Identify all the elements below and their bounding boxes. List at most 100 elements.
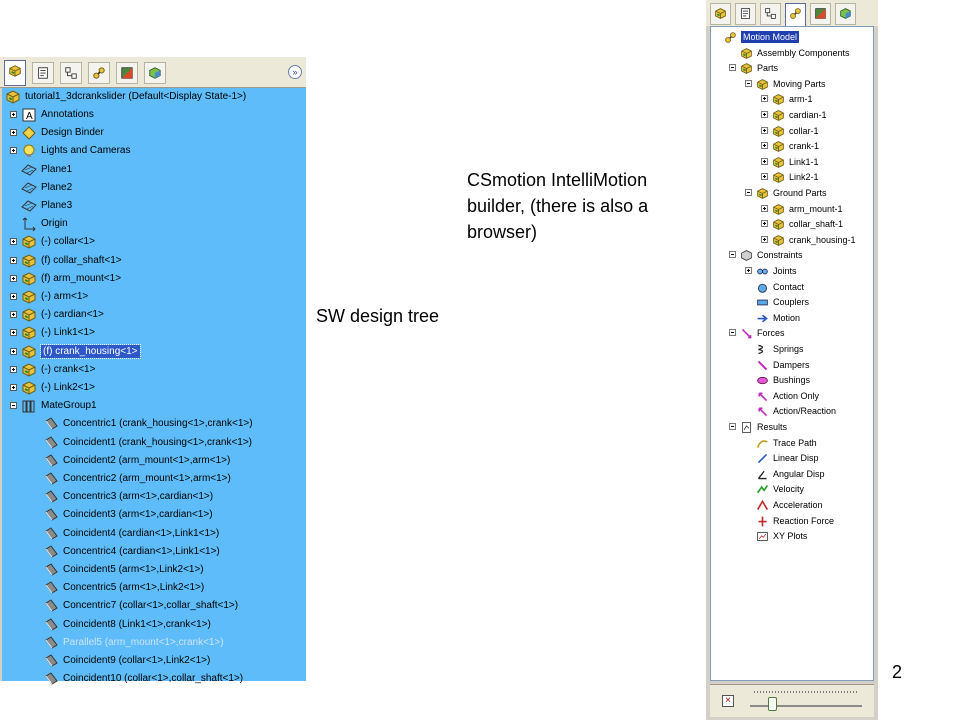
expand-plus-icon[interactable] [761, 204, 768, 212]
tree-item[interactable]: Coincident2 (arm_mount<1>,arm<1>) [2, 452, 306, 470]
expand-plus-icon[interactable] [10, 384, 17, 391]
tree-item[interactable]: Velocity [711, 482, 871, 497]
tree-item[interactable]: Ground Parts [711, 186, 871, 201]
tree-item[interactable]: Coincident10 (collar<1>,collar_shaft<1>) [2, 670, 306, 688]
tree-item[interactable]: Coincident5 (arm<1>,Link2<1>) [2, 561, 306, 579]
expand-plus-icon[interactable] [761, 142, 768, 150]
tree-item[interactable]: Coincident1 (crank_housing<1>,crank<1>) [2, 434, 306, 452]
property-manager-icon[interactable] [32, 62, 54, 84]
expand-plus-icon[interactable] [761, 157, 768, 165]
expand-plus-icon[interactable] [761, 95, 768, 103]
tree-item[interactable]: arm_mount-1 [711, 202, 871, 217]
tree-item[interactable]: Acceleration [711, 498, 871, 513]
expand-plus-icon[interactable] [761, 173, 768, 181]
collapse-minus-icon[interactable] [729, 423, 736, 430]
tree-item[interactable]: (-) cardian<1> [2, 306, 306, 324]
tree-item[interactable]: Coincident8 (Link1<1>,crank<1>) [2, 616, 306, 634]
tree-item[interactable]: Parts [711, 61, 871, 76]
tree-item[interactable]: Plane1 [2, 161, 306, 179]
expand-plus-icon[interactable] [10, 238, 17, 246]
tree-item[interactable]: Linear Disp [711, 451, 871, 466]
tree-item[interactable]: Action/Reaction [711, 404, 871, 419]
expand-chevron-icon[interactable]: » [288, 65, 302, 79]
motion-icon[interactable] [88, 62, 110, 84]
time-slider-thumb[interactable] [768, 697, 777, 711]
expand-plus-icon[interactable] [761, 220, 768, 228]
tree-item[interactable]: Parallel5 (arm_mount<1>,crank<1>) [2, 634, 306, 652]
tree-item[interactable]: crank-1 [711, 139, 871, 154]
tree-item[interactable]: Dampers [711, 358, 871, 373]
tree-item[interactable]: Link1-1 [711, 155, 871, 170]
feature-manager-icon[interactable] [4, 60, 26, 86]
tree-item[interactable]: Concentric7 (collar<1>,collar_shaft<1>) [2, 597, 306, 615]
tree-item[interactable]: Couplers [711, 295, 871, 310]
tree-item[interactable]: Angular Disp [711, 467, 871, 482]
tree-item[interactable]: (-) Link2<1> [2, 379, 306, 397]
display-icon[interactable] [144, 62, 166, 84]
sw-design-tree[interactable]: tutorial1_3dcrankslider (Default<Display… [2, 88, 306, 685]
appearance-icon[interactable] [116, 62, 138, 84]
expand-plus-icon[interactable] [10, 111, 17, 118]
collapse-minus-icon[interactable] [729, 251, 736, 259]
tree-item[interactable]: Concentric1 (crank_housing<1>,crank<1>) [2, 415, 306, 433]
collapse-minus-icon[interactable] [745, 79, 752, 87]
tree-item[interactable]: (-) arm<1> [2, 288, 306, 306]
configuration-manager-icon[interactable] [60, 62, 82, 84]
tree-item[interactable]: Design Binder [2, 124, 306, 142]
tree-item[interactable]: (-) Link1<1> [2, 324, 306, 342]
tree-item[interactable]: Link2-1 [711, 170, 871, 185]
collapse-minus-icon[interactable] [10, 402, 17, 410]
expand-plus-icon[interactable] [10, 365, 17, 373]
tree-item[interactable]: (f) collar_shaft<1> [2, 252, 306, 270]
tree-item[interactable]: collar-1 [711, 124, 871, 139]
tree-item[interactable]: Trace Path [711, 436, 871, 451]
tree-item[interactable]: Reaction Force [711, 514, 871, 529]
tree-item[interactable]: Coincident9 (collar<1>,Link2<1>) [2, 652, 306, 670]
tree-item[interactable]: crank_housing-1 [711, 233, 871, 248]
tree-item[interactable]: Concentric2 (arm_mount<1>,arm<1>) [2, 470, 306, 488]
tree-item[interactable]: (f) crank_housing<1> [2, 343, 306, 361]
tree-item[interactable]: XY Plots [711, 529, 871, 544]
collapse-minus-icon[interactable] [729, 64, 736, 72]
expand-plus-icon[interactable] [10, 347, 17, 355]
feature-manager-icon[interactable] [710, 3, 731, 25]
property-manager-icon[interactable] [735, 3, 756, 25]
tree-item[interactable]: Joints [711, 264, 871, 279]
tree-item[interactable]: A Annotations [2, 106, 306, 124]
appearance-icon[interactable] [810, 3, 831, 25]
expand-plus-icon[interactable] [10, 274, 17, 282]
tree-item[interactable]: MateGroup1 [2, 397, 306, 415]
expand-plus-icon[interactable] [10, 256, 17, 264]
motion-model-tree[interactable]: Motion Model Assembly Components Parts Movi… [710, 26, 874, 681]
tree-item[interactable]: Plane2 [2, 179, 306, 197]
tree-item[interactable]: collar_shaft-1 [711, 217, 871, 232]
tree-item[interactable]: Constraints [711, 248, 871, 263]
tree-item[interactable]: Plane3 [2, 197, 306, 215]
expand-plus-icon[interactable] [761, 235, 768, 243]
expand-plus-icon[interactable] [10, 329, 17, 337]
tree-item[interactable]: Concentric3 (arm<1>,cardian<1>) [2, 488, 306, 506]
configuration-manager-icon[interactable] [760, 3, 781, 25]
tree-item[interactable]: Contact [711, 280, 871, 295]
tree-item[interactable]: arm-1 [711, 92, 871, 107]
tree-item[interactable]: Coincident4 (cardian<1>,Link1<1>) [2, 525, 306, 543]
tree-item[interactable]: Coincident3 (arm<1>,cardian<1>) [2, 506, 306, 524]
tree-root[interactable]: tutorial1_3dcrankslider (Default<Display… [2, 88, 306, 106]
expand-plus-icon[interactable] [10, 311, 17, 319]
close-icon[interactable]: × [722, 695, 734, 707]
tree-item[interactable]: Bushings [711, 373, 871, 388]
tree-item[interactable]: Results [711, 420, 871, 435]
tree-item[interactable]: Concentric4 (cardian<1>,Link1<1>) [2, 543, 306, 561]
tree-item[interactable]: Motion Model [711, 30, 871, 45]
tree-item[interactable]: cardian-1 [711, 108, 871, 123]
tree-item[interactable]: (f) arm_mount<1> [2, 270, 306, 288]
collapse-minus-icon[interactable] [745, 189, 752, 196]
tree-item[interactable]: Action Only [711, 389, 871, 404]
tree-item[interactable]: Moving Parts [711, 77, 871, 92]
expand-plus-icon[interactable] [761, 126, 768, 134]
expand-plus-icon[interactable] [745, 267, 752, 274]
tree-item[interactable]: Origin [2, 215, 306, 233]
expand-plus-icon[interactable] [10, 129, 17, 137]
tree-item[interactable]: Motion [711, 311, 871, 326]
display-icon[interactable] [835, 3, 856, 25]
